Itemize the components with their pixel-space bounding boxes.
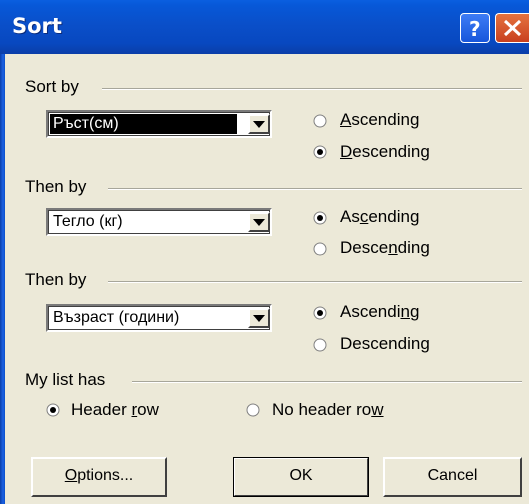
chevron-down-icon: [253, 121, 265, 128]
radio-checked-icon: [313, 306, 327, 320]
then-by-ascending-label: Ascending: [340, 207, 420, 226]
chevron-down-icon: [253, 315, 265, 322]
sort-by-dropdown-button[interactable]: [248, 114, 270, 134]
sort-by-select-value: Ръст(см): [50, 114, 237, 134]
no-header-row-label: No header row: [272, 400, 384, 419]
radio-checked-icon: [313, 145, 327, 159]
radio-checked-icon: [46, 403, 60, 417]
sort-by-select[interactable]: Ръст(см): [46, 110, 272, 138]
then-by-descending-label: Descending: [340, 238, 430, 257]
close-icon: [503, 19, 522, 37]
radio-checked-icon: [313, 211, 327, 225]
then-by-select-value: Тегло (кг): [53, 213, 123, 230]
svg-text:?: ?: [469, 17, 481, 41]
then-by-dropdown-button[interactable]: [248, 212, 270, 232]
header-row-label: Header row: [71, 400, 159, 419]
radio-icon: [313, 338, 327, 352]
then-by-2-select[interactable]: Възраст (години): [46, 304, 272, 332]
close-button[interactable]: [495, 13, 529, 43]
sort-by-heading: Sort by: [25, 77, 79, 96]
radio-icon: [313, 114, 327, 128]
options-button[interactable]: Options...: [31, 457, 167, 497]
window-left-border: [0, 54, 5, 504]
my-list-has-divider: [132, 381, 522, 383]
sort-by-descending-label: Descending: [340, 142, 430, 161]
then-by-2-descending-label: Descending: [340, 334, 430, 353]
then-by-heading: Then by: [25, 177, 87, 196]
sort-by-ascending-label: Ascending: [340, 110, 420, 129]
then-by-2-ascending-label: Ascending: [340, 302, 420, 321]
question-mark-icon: ?: [469, 17, 481, 41]
then-by-2-divider: [108, 281, 522, 283]
sort-by-divider: [102, 88, 522, 90]
cancel-button[interactable]: Cancel: [383, 457, 522, 497]
radio-icon: [246, 403, 260, 417]
title-bar[interactable]: Sort ?: [0, 0, 529, 54]
then-by-2-select-value: Възраст (години): [53, 309, 180, 326]
help-button[interactable]: ?: [460, 13, 490, 43]
then-by-select[interactable]: Тегло (кг): [46, 208, 272, 236]
then-by-divider: [108, 188, 522, 190]
chevron-down-icon: [253, 219, 265, 226]
then-by-2-dropdown-button[interactable]: [248, 308, 270, 328]
radio-icon: [313, 242, 327, 256]
then-by-2-heading: Then by: [25, 270, 87, 289]
window-title: Sort: [12, 14, 62, 38]
my-list-has-heading: My list has: [25, 370, 106, 389]
sort-dialog: Sort ? Sort by Ръст(см) Ascending Descen…: [0, 0, 529, 504]
ok-button[interactable]: OK: [233, 457, 369, 497]
